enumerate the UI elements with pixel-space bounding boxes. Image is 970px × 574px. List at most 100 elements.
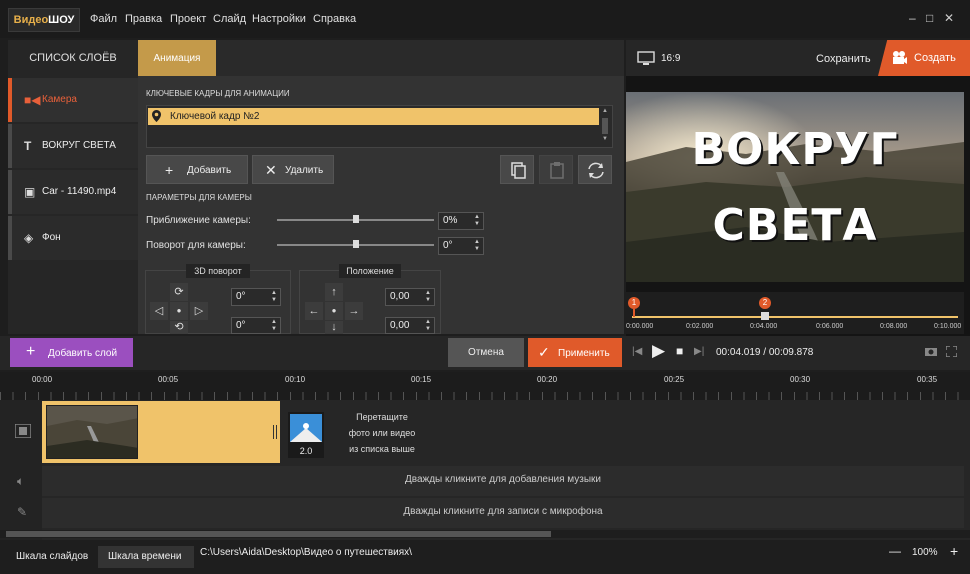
add-label: Добавить (187, 165, 232, 176)
add-layer-button[interactable]: + Добавить слой (10, 338, 133, 367)
landscape-image (626, 92, 964, 282)
position-x-value: 0,00 (390, 291, 410, 302)
plus-icon: + (165, 162, 174, 178)
app-logo: ВидеоШОУ (8, 8, 80, 32)
fullscreen-icon[interactable] (946, 346, 957, 357)
video-camera-icon (893, 51, 907, 64)
menu-help[interactable]: Справка (313, 13, 356, 25)
apply-button[interactable]: ✓ Применить (528, 338, 622, 367)
tab-animation[interactable]: Анимация (138, 40, 216, 76)
rotation3d-x-input[interactable]: 0° ▲ ▼ (231, 288, 281, 306)
rotation3d-y-input[interactable]: 0° ▲ ▼ (231, 317, 281, 334)
refresh-icon (588, 162, 604, 179)
center-dot-icon[interactable]: ● (325, 302, 343, 320)
title-line-1: ВОКРУГ (691, 124, 899, 175)
mini-timeline-track (632, 316, 958, 318)
rotate-slider-thumb[interactable] (352, 240, 359, 248)
position-y-input[interactable]: 0,00 ▲ ▼ (385, 317, 435, 334)
prev-frame-icon[interactable]: |◀ (632, 346, 642, 357)
rotate-input[interactable]: 0° ▲ ▼ (438, 237, 484, 255)
swap-button[interactable] (578, 155, 612, 184)
rotate-left-icon[interactable]: ◁ (150, 302, 168, 320)
menu-settings[interactable]: Настройки (252, 13, 306, 25)
layer-item-camera[interactable]: ■◀ Камера (8, 78, 138, 122)
project-path: C:\Users\Aida\Desktop\Видео о путешестви… (200, 547, 412, 558)
menu-file[interactable]: Файл (90, 13, 117, 25)
next-frame-icon[interactable]: ▶| (694, 346, 704, 357)
total-time: 00:09.878 (768, 347, 814, 358)
play-icon[interactable]: ▶ (652, 341, 665, 361)
drop-hint-line: из списка выше (349, 444, 415, 454)
clip-resize-handle[interactable] (273, 425, 277, 439)
add-keyframe-button[interactable]: + Добавить (146, 155, 248, 184)
transition-icon (290, 414, 322, 442)
arrow-left-icon[interactable]: ← (305, 302, 323, 320)
position-x-input[interactable]: 0,00 ▲ ▼ (385, 288, 435, 306)
delete-keyframe-button[interactable]: ✕ Удалить (252, 155, 334, 184)
keyframe-marker-2[interactable]: 2 (759, 297, 771, 309)
create-button[interactable]: Создать (878, 40, 970, 76)
rotate-up-icon[interactable]: ⟳ (170, 283, 188, 301)
arrow-down-icon[interactable]: ↓ (325, 321, 343, 334)
layer-label: Фон (42, 232, 61, 243)
arrow-right-icon[interactable]: → (345, 302, 363, 320)
layer-item-text[interactable]: T ВОКРУГ СВЕТА (8, 124, 138, 168)
rotate-right-icon[interactable]: ▷ (190, 302, 208, 320)
spin-arrows-icon[interactable]: ▲ ▼ (474, 239, 480, 253)
keyframe-item[interactable]: Ключевой кадр №2 (148, 108, 599, 125)
paste-icon (550, 162, 564, 179)
layer-label: Камера (42, 94, 77, 105)
keyframe-timeline[interactable]: 1 2 0:00.000 0:02.000 0:04.000 0:06.000 … (626, 292, 964, 334)
ruler-tick: 00:15 (411, 375, 432, 384)
arrow-up-icon[interactable]: ↑ (325, 283, 343, 301)
mini-tick: 0:08.000 (880, 323, 908, 330)
spin-arrows-icon[interactable]: ▲ ▼ (271, 290, 277, 304)
layer-item-background[interactable]: ◈ Фон (8, 216, 138, 260)
preview-canvas[interactable]: ВОКРУГ СВЕТА (626, 92, 964, 282)
layer-item-video[interactable]: ▣ Car - 11490.mp4 (8, 170, 138, 214)
menu-project[interactable]: Проект (170, 13, 206, 25)
drop-hint-line: фото или видео (348, 428, 416, 438)
rotate-down-icon[interactable]: ⟲ (170, 321, 188, 334)
tab-slide-timeline[interactable]: Шкала слайдов (8, 546, 100, 568)
menu-edit[interactable]: Правка (125, 13, 162, 25)
stop-icon[interactable]: ■ (676, 344, 683, 358)
paste-button[interactable] (539, 155, 573, 184)
layer-label: ВОКРУГ СВЕТА (42, 140, 116, 151)
playhead[interactable] (761, 312, 769, 320)
mini-tick: 0:00.000 (626, 323, 654, 330)
keyframes-scrollbar[interactable]: ▲ ▼ (601, 108, 609, 144)
save-button[interactable]: Сохранить (816, 53, 871, 65)
tab-time-timeline[interactable]: Шкала времени (98, 546, 194, 568)
zoom-in-button[interactable]: + (950, 543, 958, 559)
timeline-ruler[interactable] (0, 372, 970, 400)
track-icons-column (0, 400, 42, 540)
menu-slide[interactable]: Слайд (213, 13, 246, 25)
spin-arrows-icon[interactable]: ▲ ▼ (425, 290, 431, 304)
maximize-button[interactable]: □ (926, 11, 933, 25)
music-hint: Дважды кликните для добавления музыки (404, 474, 602, 485)
marker-stem (633, 309, 635, 317)
spin-arrows-icon[interactable]: ▲ ▼ (425, 319, 431, 333)
spin-arrows-icon[interactable]: ▲ ▼ (271, 319, 277, 333)
transition-slot[interactable]: 2.0 (288, 412, 324, 458)
zoom-input[interactable]: 0% ▲ ▼ (438, 212, 484, 230)
aspect-ratio[interactable]: 16:9 (661, 53, 680, 64)
snapshot-icon[interactable] (925, 346, 937, 356)
center-dot-icon[interactable]: ● (170, 302, 188, 320)
timeline-scroll-thumb[interactable] (6, 531, 551, 537)
ruler-tick: 00:25 (664, 375, 685, 384)
spin-arrows-icon[interactable]: ▲ ▼ (474, 214, 480, 228)
cancel-button[interactable]: Отмена (448, 338, 524, 367)
rotate-value: 0° (443, 240, 453, 251)
timeline-scrollbar[interactable] (0, 530, 970, 538)
ruler-tick: 00:30 (790, 375, 811, 384)
zoom-slider-thumb[interactable] (352, 215, 359, 223)
keyframe-marker-1[interactable]: 1 (628, 297, 640, 309)
minimize-button[interactable]: – (909, 11, 916, 25)
zoom-label: Приближение камеры: (146, 215, 251, 226)
zoom-out-button[interactable]: — (889, 544, 901, 558)
close-button[interactable]: ✕ (944, 11, 954, 25)
copy-button[interactable] (500, 155, 534, 184)
rotation3d-title: 3D поворот (186, 264, 250, 278)
